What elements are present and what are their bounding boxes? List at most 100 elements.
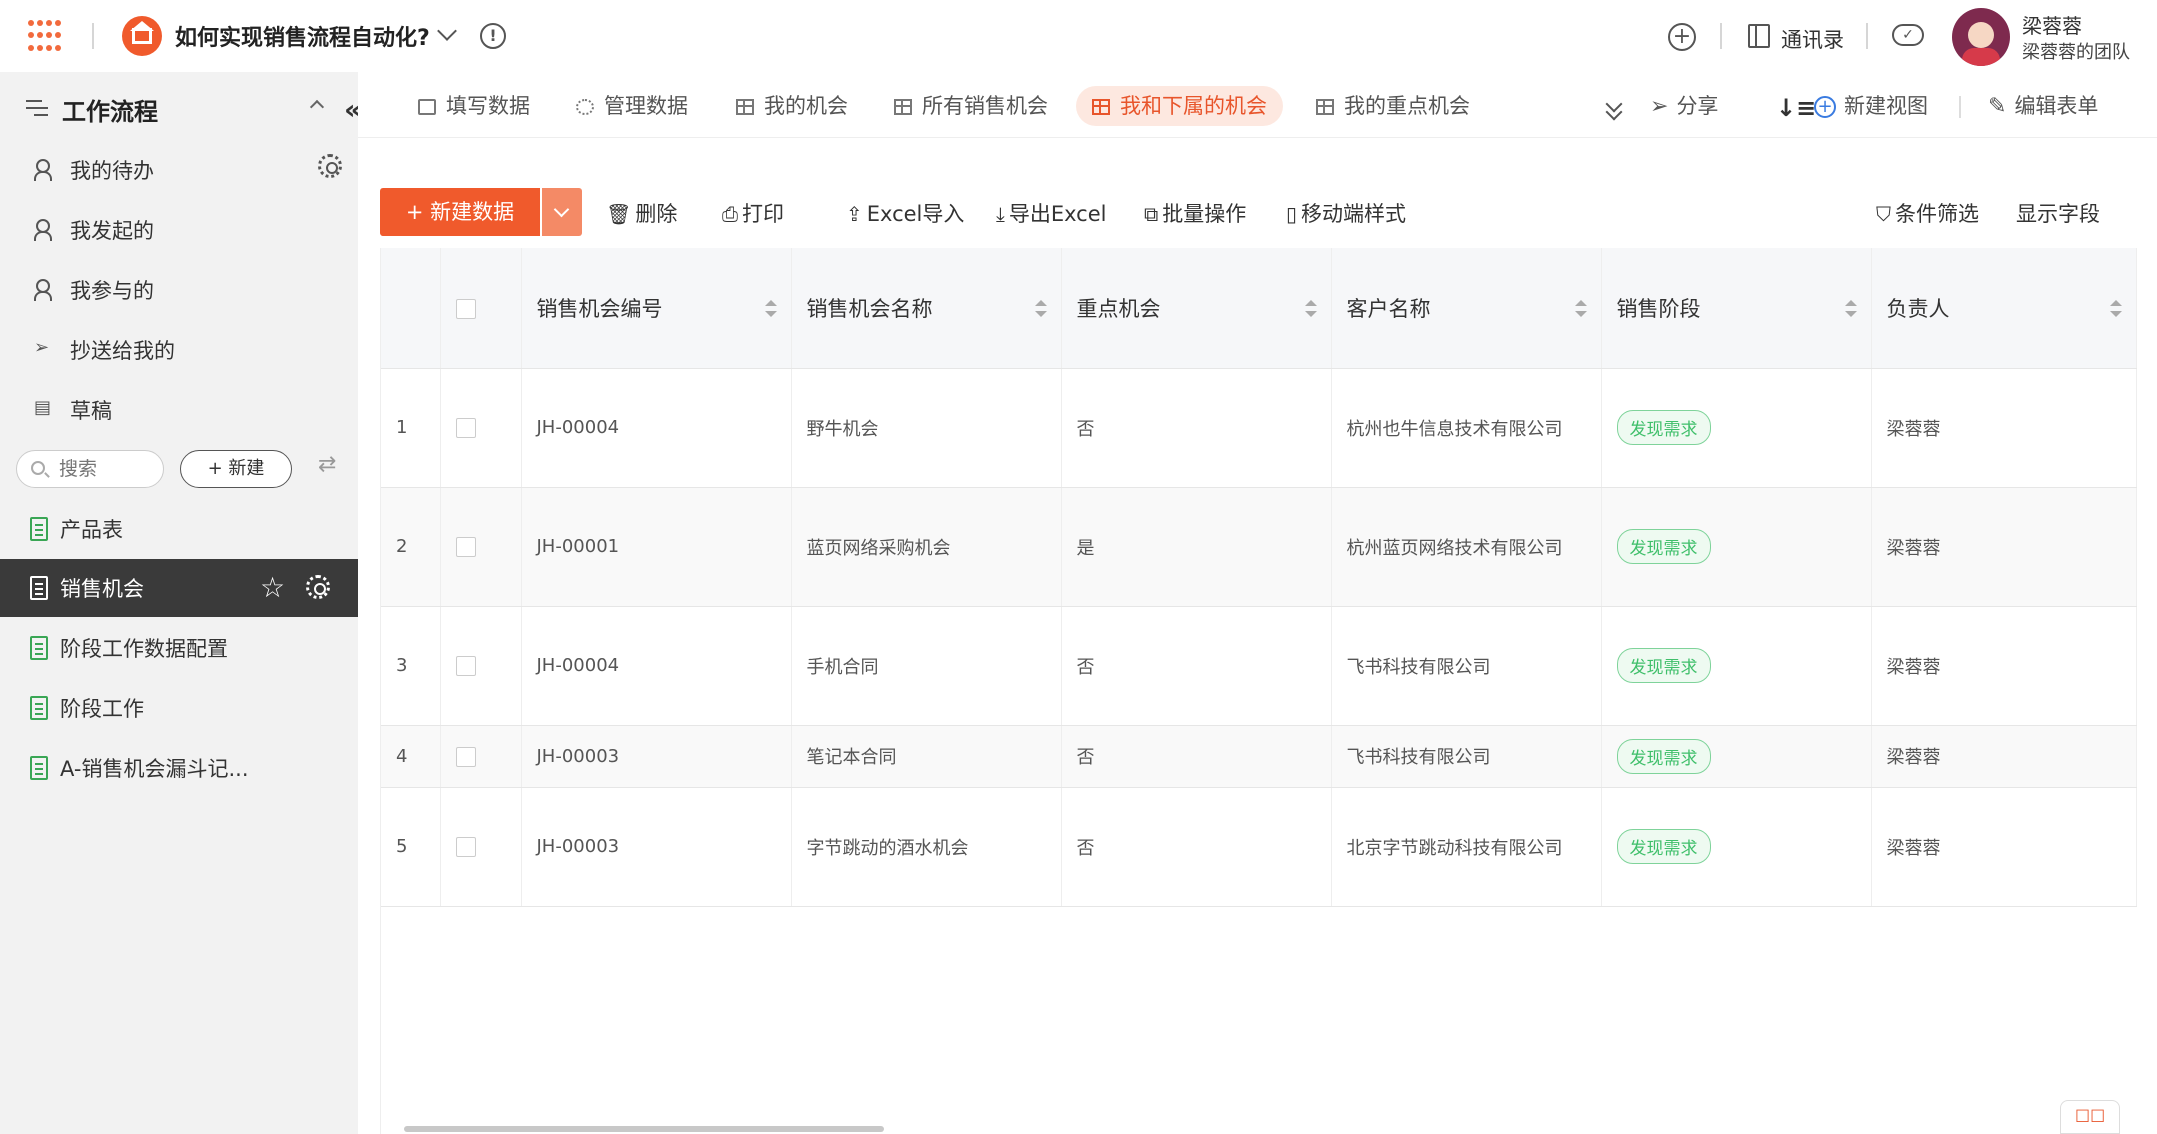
table-row[interactable]: 1 JH-00004 野牛机会 否 杭州也牛信息技术有限公司 发现需求 梁蓉蓉 (381, 368, 2137, 488)
excel-export-button[interactable]: ⤓ 导出Excel (996, 198, 1106, 228)
table-row[interactable]: 5 JH-00003 字节跳动的酒水机会 否 北京字节跳动科技有限公司 发现需求… (381, 787, 2137, 907)
tab-label: 我的机会 (764, 94, 848, 118)
sidebar-title[interactable]: 工作流程 (62, 92, 158, 127)
sort-list-icon[interactable]: ↓≡ (1776, 94, 1816, 122)
print-button[interactable]: ⎙ 打印 (722, 198, 784, 228)
tab-all-opportunities[interactable]: 所有销售机会 (894, 86, 1062, 126)
chevron-up-icon[interactable] (309, 99, 325, 115)
person-send-icon (34, 217, 56, 241)
cell-customer: 杭州也牛信息技术有限公司 (1331, 368, 1602, 488)
sidebar-doc-stage-work[interactable]: 阶段工作 (0, 679, 358, 737)
search-input[interactable] (59, 457, 159, 481)
divider (92, 23, 94, 49)
cell-name: 蓝页网络采购机会 (791, 487, 1062, 607)
sidebar-item-cc[interactable]: ➢ 抄送给我的 (32, 329, 352, 369)
sidebar-doc-sales-opportunity[interactable]: 销售机会 ☆ (0, 559, 358, 617)
delete-button[interactable]: 🗑 删除 (606, 198, 677, 228)
sidebar: 工作流程 « 我的待办 我发起的 我参与的 ➢ 抄送给我的 ▤ 草稿 + 新建 … (0, 72, 362, 1134)
add-data-dropdown[interactable] (542, 188, 582, 236)
column-header[interactable]: 销售机会名称 (791, 248, 1062, 369)
swap-icon[interactable]: ⇄ (318, 452, 336, 477)
add-data-button[interactable]: + 新建数据 (380, 188, 540, 236)
tab-my-opportunities[interactable]: 我的机会 (736, 86, 862, 126)
settings-gear-icon[interactable] (318, 154, 342, 178)
tab-key-opportunities[interactable]: 我的重点机会 (1316, 86, 1484, 126)
table-icon (1092, 99, 1110, 115)
sidebar-doc-stage-config[interactable]: 阶段工作数据配置 (0, 619, 358, 677)
cloud-sync-icon[interactable]: ✓ (1892, 24, 1924, 46)
edit-form-button[interactable]: ✎ 编辑表单 (1988, 86, 2098, 126)
table-icon (894, 99, 912, 115)
sidebar-doc-funnel[interactable]: A-销售机会漏斗记... (0, 739, 358, 797)
column-header[interactable]: 销售阶段 (1601, 248, 1872, 369)
column-header[interactable]: 客户名称 (1331, 248, 1602, 369)
column-header[interactable]: 负责人 (1871, 248, 2137, 369)
column-header[interactable]: 重点机会 (1061, 248, 1332, 369)
sidebar-search[interactable] (16, 450, 164, 488)
cell-id: JH-00001 (521, 487, 792, 607)
table-row[interactable]: 3 JH-00004 手机合同 否 飞书科技有限公司 发现需求 梁蓉蓉 (381, 606, 2137, 726)
export-label: 导出Excel (1008, 202, 1107, 226)
sidebar-doc-products[interactable]: 产品表 (0, 500, 358, 558)
chevron-down-icon[interactable] (437, 21, 457, 41)
share-button[interactable]: ➢ 分享 (1650, 86, 1718, 126)
cell-stage: 发现需求 (1601, 606, 1872, 726)
tab-manage-data[interactable]: 管理数据 (576, 86, 702, 126)
horizontal-scrollbar[interactable] (404, 1126, 884, 1132)
tab-label: 所有销售机会 (922, 94, 1048, 118)
sidebar-doc-label: 阶段工作数据配置 (60, 637, 228, 661)
excel-import-button[interactable]: ⇪ Excel导入 (846, 198, 964, 228)
print-label: 打印 (742, 202, 784, 226)
batch-operation-button[interactable]: ⧉ 批量操作 (1144, 198, 1246, 228)
filter-button[interactable]: ⛉ 条件筛选 (1876, 198, 1979, 228)
table-row[interactable]: 4 JH-00003 笔记本合同 否 飞书科技有限公司 发现需求 梁蓉蓉 (381, 725, 2137, 788)
row-checkbox[interactable] (455, 656, 476, 676)
apps-grid-icon[interactable] (28, 20, 62, 54)
home-icon[interactable] (122, 16, 162, 56)
row-number-header (381, 248, 441, 369)
tab-fill-data[interactable]: 填写数据 (418, 86, 544, 126)
display-fields-button[interactable]: 显示字段 (2016, 198, 2100, 228)
new-view-button[interactable]: + 新建视图 (1814, 86, 1928, 126)
divider (1959, 96, 1961, 118)
table-row[interactable]: 2 JH-00001 蓝页网络采购机会 是 杭州蓝页网络技术有限公司 发现需求 … (381, 487, 2137, 607)
row-checkbox[interactable] (455, 537, 476, 557)
user-name[interactable]: 梁蓉蓉 (2022, 10, 2082, 39)
cell-id: JH-00004 (521, 368, 792, 488)
new-form-button[interactable]: + 新建 (180, 450, 292, 488)
row-number: 1 (381, 368, 441, 488)
select-all-checkbox[interactable] (455, 298, 476, 319)
person-plus-icon (34, 277, 56, 301)
mobile-style-button[interactable]: ▯ 移动端样式 (1286, 198, 1406, 228)
gear-icon[interactable] (306, 575, 330, 599)
row-checkbox[interactable] (455, 418, 476, 438)
data-toolbar: + 新建数据 🗑 删除 ⎙ 打印 ⇪ Excel导入 ⤓ 导出Excel ⧉ 批量操作 ▯… (380, 180, 2135, 248)
sidebar-item-draft[interactable]: ▤ 草稿 (32, 389, 352, 429)
column-header[interactable]: 销售机会编号 (521, 248, 792, 369)
app-title[interactable]: 如何实现销售流程自动化? (175, 20, 430, 52)
gear-icon (576, 99, 594, 115)
row-checkbox[interactable] (455, 837, 476, 857)
star-icon[interactable]: ☆ (260, 571, 285, 604)
import-label: Excel导入 (866, 202, 965, 226)
mobile-label: 移动端样式 (1301, 202, 1407, 226)
cell-customer: 飞书科技有限公司 (1331, 725, 1602, 788)
pen-icon: ✎ (1988, 94, 2007, 119)
row-checkbox[interactable] (455, 746, 476, 767)
info-icon[interactable]: ! (480, 23, 506, 49)
sidebar-item-initiated[interactable]: 我发起的 (32, 209, 352, 249)
layout-toggle-icon[interactable] (2060, 1100, 2120, 1134)
new-view-label: 新建视图 (1844, 94, 1928, 118)
contacts-link[interactable]: 通讯录 (1781, 24, 1844, 54)
add-circle-icon[interactable]: + (1668, 23, 1696, 51)
avatar[interactable] (1952, 8, 2010, 66)
row-number: 5 (381, 787, 441, 907)
select-all-header (440, 248, 522, 369)
sidebar-item-todo[interactable]: 我的待办 (32, 149, 352, 189)
sidebar-item-label: 抄送给我的 (70, 339, 175, 363)
filter-icon: ⛉ (1876, 202, 1891, 226)
row-checkbox-cell (440, 487, 522, 607)
tab-team-opportunities[interactable]: 我和下属的机会 (1076, 86, 1283, 126)
sidebar-item-participated[interactable]: 我参与的 (32, 269, 352, 309)
contacts-book-icon[interactable] (1748, 24, 1770, 48)
